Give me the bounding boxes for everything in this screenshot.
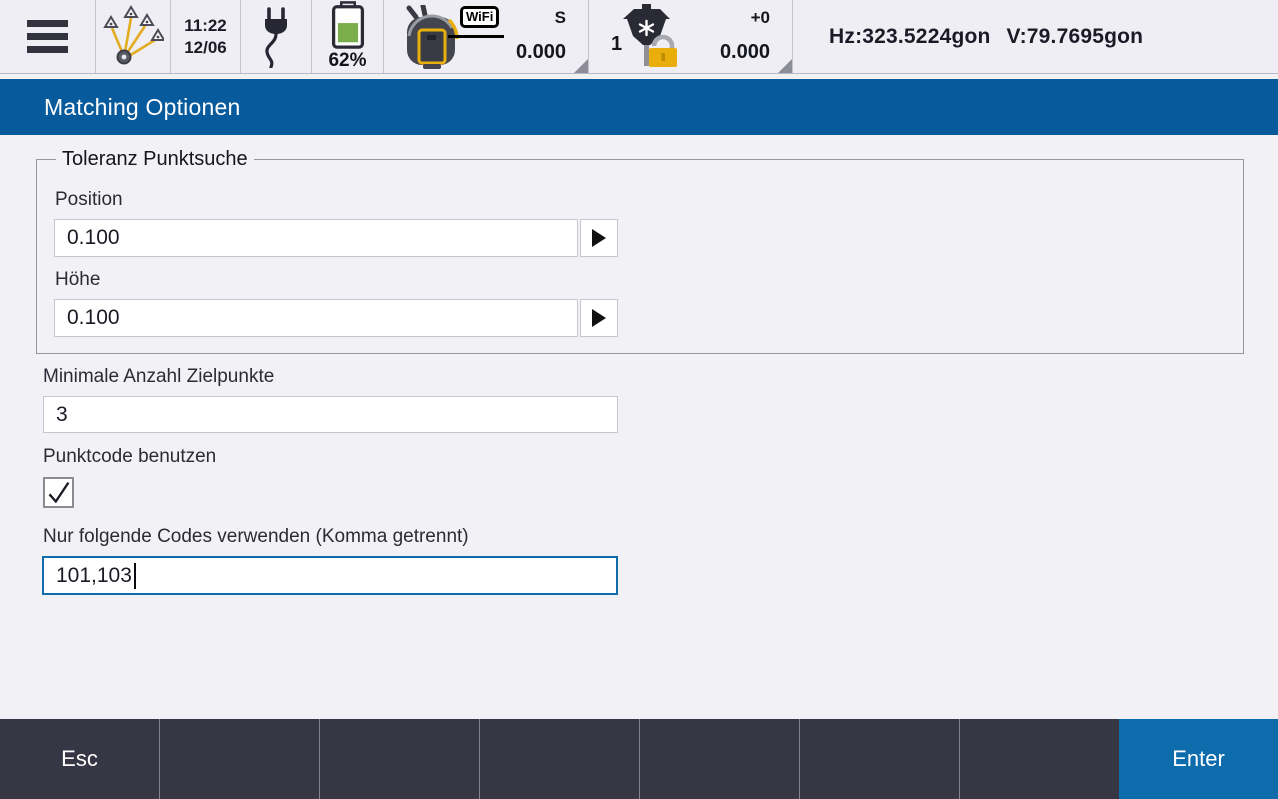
- softkey-2[interactable]: [159, 719, 319, 799]
- enter-button[interactable]: Enter: [1119, 719, 1278, 799]
- codes-label: Nur folgende Codes verwenden (Komma getr…: [43, 526, 469, 548]
- position-input[interactable]: 0.100: [54, 219, 578, 257]
- enter-button-label: Enter: [1172, 746, 1225, 772]
- wifi-badge: WiFi: [460, 6, 499, 28]
- arrow-right-icon: [592, 309, 606, 327]
- instrument-value: 0.000: [516, 41, 566, 64]
- target-status-button[interactable]: 1 +0 0.000: [589, 0, 793, 73]
- title-bar: Matching Optionen: [0, 79, 1278, 135]
- battery-icon: [328, 1, 368, 49]
- codes-input[interactable]: 101,103: [42, 556, 618, 595]
- v-angle-readout: V:79.7695gon: [1007, 25, 1144, 48]
- esc-button[interactable]: Esc: [0, 719, 159, 799]
- min-points-label: Minimale Anzahl Zielpunkte: [43, 366, 274, 388]
- softkey-5[interactable]: [639, 719, 799, 799]
- position-value: 0.100: [67, 226, 120, 250]
- status-time: 11:22: [184, 15, 227, 37]
- status-date: 12/06: [184, 37, 227, 59]
- resection-icon: [102, 4, 164, 70]
- page-title: Matching Optionen: [44, 94, 240, 121]
- softkey-4[interactable]: [479, 719, 639, 799]
- text-cursor: [134, 563, 136, 589]
- panel-expand-corner: [778, 59, 792, 73]
- form-area: Toleranz Punktsuche Position 0.100 Höhe …: [0, 135, 1278, 719]
- hz-angle-readout: Hz:323.5224gon: [829, 25, 991, 48]
- tolerance-group-legend: Toleranz Punktsuche: [56, 146, 254, 173]
- use-pointcode-checkbox[interactable]: [43, 477, 74, 508]
- panel-expand-corner: [574, 59, 588, 73]
- min-points-input[interactable]: 3: [43, 396, 618, 433]
- instrument-mode-label: S: [555, 8, 566, 28]
- radio-link-line: [448, 35, 504, 38]
- min-points-value: 3: [56, 403, 68, 427]
- arrow-right-icon: [592, 229, 606, 247]
- target-offset-label: +0: [751, 8, 770, 28]
- softkey-3[interactable]: [319, 719, 479, 799]
- status-bar: 11:22 12/06 62%: [0, 0, 1278, 74]
- height-value: 0.100: [67, 306, 120, 330]
- instrument-status-button[interactable]: WiFi S 0.000: [384, 0, 589, 73]
- checkmark-icon: [45, 479, 72, 506]
- use-pointcode-label: Punktcode benutzen: [43, 446, 216, 468]
- softkey-7[interactable]: [959, 719, 1119, 799]
- codes-value: 101,103: [56, 564, 132, 588]
- esc-button-label: Esc: [61, 746, 98, 772]
- power-plug-icon: [257, 6, 295, 68]
- power-status-panel: [241, 0, 312, 73]
- height-input[interactable]: 0.100: [54, 299, 578, 337]
- height-expand-button[interactable]: [580, 299, 618, 337]
- position-expand-button[interactable]: [580, 219, 618, 257]
- clock-panel: 11:22 12/06: [171, 0, 241, 73]
- height-label: Höhe: [55, 269, 100, 291]
- battery-percent: 62%: [328, 50, 366, 72]
- position-label: Position: [55, 189, 123, 211]
- screen: 11:22 12/06 62%: [0, 0, 1278, 799]
- menu-button[interactable]: [0, 0, 96, 73]
- tolerance-group: Toleranz Punktsuche Position 0.100 Höhe …: [36, 159, 1244, 354]
- resection-status-button[interactable]: [96, 0, 171, 73]
- softkey-6[interactable]: [799, 719, 959, 799]
- function-key-bar: Esc Enter: [0, 719, 1278, 799]
- target-value: 0.000: [720, 41, 770, 64]
- target-id-label: 1: [611, 33, 622, 56]
- battery-panel: 62%: [312, 0, 384, 73]
- angle-readout-panel: Hz:323.5224gon V:79.7695gon: [793, 0, 1278, 73]
- hamburger-icon: [27, 14, 68, 59]
